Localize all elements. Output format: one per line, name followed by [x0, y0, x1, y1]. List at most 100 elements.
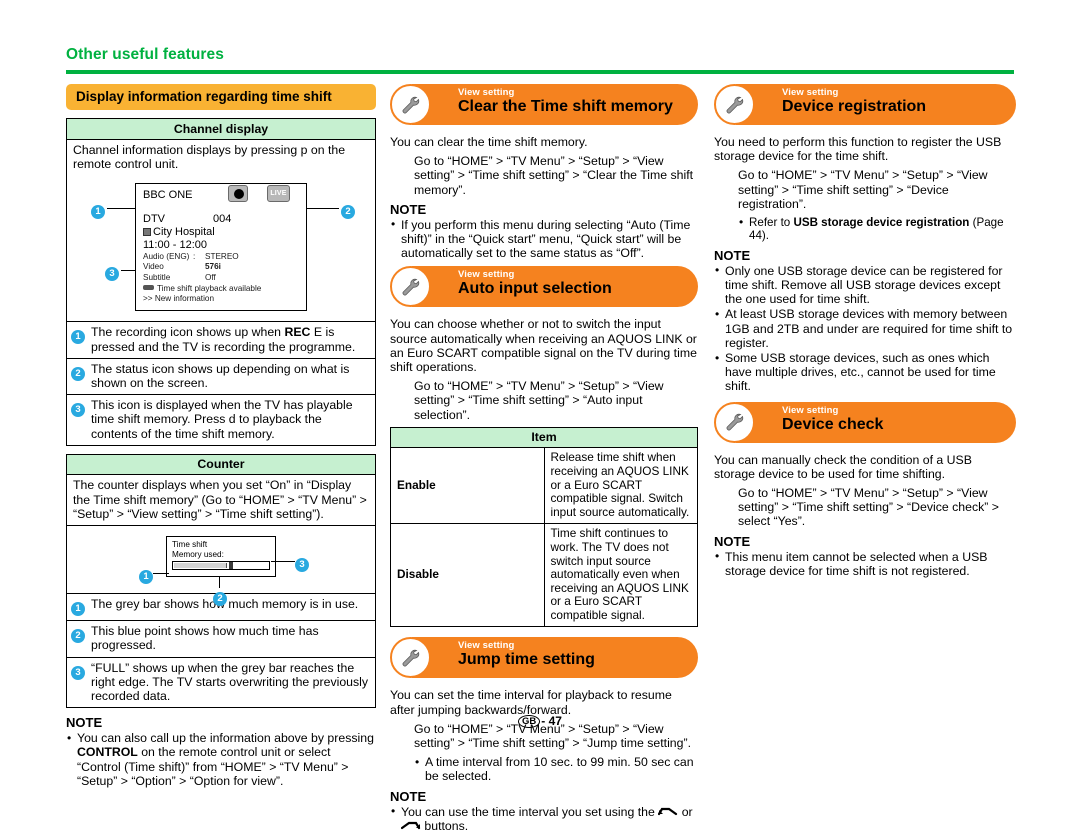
counter-callout-2-leader [219, 575, 220, 588]
page-title: Other useful features [66, 46, 225, 63]
tv-programme: City Hospital [153, 225, 215, 238]
counter-note-text-3: “FULL” shows up when the grey bar reache… [91, 660, 369, 703]
jump-time-note-prefix: You can use the time interval you set us… [401, 804, 655, 819]
jump-time-note-heading: NOTE [390, 788, 427, 804]
device-registration-note-item-1: Only one USB storage device can be regis… [714, 263, 1016, 307]
right-column: View setting Device registration You nee… [714, 84, 1016, 583]
callout-3: 3 [105, 263, 119, 281]
heading-title: Jump time setting [458, 651, 595, 669]
device-registration-note-list: Only one USB storage device can be regis… [714, 263, 1016, 394]
channel-note-num-3: 3 [71, 398, 91, 441]
tv-audio-key: Audio (ENG) [143, 251, 190, 261]
tv-audio-row: Audio (ENG): STEREO [143, 252, 299, 262]
counter-memory-bar [172, 561, 270, 571]
counter-note-num-2: 2 [71, 624, 91, 652]
device-registration-note-heading: NOTE [714, 247, 751, 263]
table-row: Enable Release time shift when receiving… [390, 447, 698, 524]
tv-audio-colon: : [193, 251, 196, 261]
tv-timeshift-row: Time shift playback available [143, 284, 299, 294]
tv-channel-number: 004 [213, 212, 232, 225]
channel-display-intro: Channel information displays by pressing… [73, 142, 346, 171]
device-check-note-item-1: This menu item cannot be selected when a… [714, 549, 1016, 578]
counter-callout-3-leader [271, 560, 295, 562]
page-footer: GB - 47 [0, 714, 1080, 728]
heading-eyebrow: View setting [782, 404, 839, 416]
tv-audio-value: STEREO [205, 251, 239, 261]
channel-note-text-2: The status icon shows up depending on wh… [91, 361, 350, 390]
callout-1: 1 [91, 201, 105, 219]
channel-note-num-1: 1 [71, 325, 91, 353]
jump-time-note-list: You can use the time interval you set us… [390, 804, 698, 833]
counter-osd-box: Time shift Memory used: [166, 535, 276, 578]
section-banner-display-info: Display information regarding time shift [66, 84, 376, 110]
counter-note-text-2: This blue point shows how much time has … [91, 624, 319, 653]
auto-input-table-header: Item [390, 427, 698, 449]
callout-3-leader [121, 269, 135, 271]
tv-subtitle-row: Subtitle Off [143, 273, 299, 283]
counter-callout-1-leader [153, 572, 169, 574]
counter-note-num-1: 1 [71, 597, 91, 617]
heading-eyebrow: View setting [458, 640, 515, 652]
record-dot-icon [228, 184, 248, 202]
header-rule [66, 70, 1014, 74]
clear-memory-path: Go to “HOME” > “TV Menu” > “Setup” > “Vi… [414, 154, 694, 197]
counter-blue-point [228, 562, 233, 570]
clear-memory-intro: You can clear the time shift memory. [390, 135, 588, 149]
auto-input-row-value-enable: Release time shift when receiving an AQU… [544, 447, 698, 524]
jump-time-note-suffix: buttons. [424, 818, 469, 833]
heading-title: Device check [782, 415, 884, 433]
heading-device-registration: View setting Device registration [714, 84, 1016, 125]
counter-table: Counter The counter displays when you se… [66, 453, 376, 709]
device-check-path: Go to “HOME” > “TV Menu” > “Setup” > “Vi… [738, 486, 999, 529]
tv-video-value: 576i [205, 262, 221, 272]
jump-time-note-item-1: You can use the time interval you set us… [390, 804, 698, 833]
manual-page: Other useful features Display informatio… [0, 0, 1080, 833]
auto-input-row-key-enable: Enable [390, 447, 545, 524]
device-check-intro: You can manually check the condition of … [714, 452, 972, 481]
counter-note-row-2: 2 This blue point shows how much time ha… [67, 621, 375, 658]
auto-input-path: Go to “HOME” > “TV Menu” > “Setup” > “Vi… [414, 379, 664, 422]
channel-note-row-1: 1 The recording icon shows up when REC E… [67, 322, 375, 359]
counter-mock: 1 2 3 Time shift Memory used: [67, 526, 375, 606]
tv-osd-box: BBC ONE LIVE DTV 004 City Hospital 11:00… [135, 182, 307, 312]
heading-title: Device registration [782, 98, 927, 115]
programme-info-icon [143, 227, 151, 236]
device-registration-note-item-2: At least USB storage devices with memory… [714, 307, 1016, 350]
channel-display-header: Channel display [67, 119, 375, 140]
tv-source-line: DTV 004 [143, 213, 299, 226]
device-registration-note-item-3: Some USB storage devices, such as ones w… [714, 351, 1016, 394]
heading-eyebrow: View setting [458, 87, 515, 98]
channel-note-row-2: 2 The status icon shows up depending on … [67, 359, 375, 396]
channel-note-text-1: The recording icon shows up when REC E i… [91, 325, 356, 354]
left-column: Display information regarding time shift… [66, 84, 376, 793]
auto-input-row-key-disable: Disable [390, 523, 545, 627]
tv-time: 11:00 - 12:00 [143, 238, 208, 251]
tv-programme-line: City Hospital [143, 226, 299, 239]
auto-input-intro: You can choose whether or not to switch … [390, 317, 697, 375]
device-registration-intro: You need to perform this function to reg… [714, 135, 1002, 164]
heading-title: Auto input selection [458, 280, 612, 298]
device-check-note-list: This menu item cannot be selected when a… [714, 549, 1016, 578]
counter-note-num-3: 3 [71, 661, 91, 704]
clear-memory-note-item-1: If you perform this menu during selectin… [390, 217, 698, 261]
channel-display-intro-row: Channel information displays by pressing… [67, 140, 375, 323]
timeshift-playback-icon [143, 284, 154, 290]
counter-note-row-3: 3 “FULL” shows up when the grey bar reac… [67, 658, 375, 708]
wrench-icon [390, 84, 431, 125]
left-note-item-1: You can also call up the information abo… [66, 731, 376, 788]
tv-subtitle-key: Subtitle [143, 272, 171, 282]
channel-display-table: Channel display Channel information disp… [66, 118, 376, 446]
tv-source: DTV [143, 212, 165, 225]
device-registration-path: Go to “HOME” > “TV Menu” > “Setup” > “Vi… [738, 168, 988, 211]
counter-callout-1: 1 [139, 566, 153, 584]
channel-note-num-2: 2 [71, 362, 91, 390]
footer-separator: - [541, 714, 546, 728]
tv-video-key: Video [143, 262, 164, 272]
heading-jump-time-setting: View setting Jump time setting [390, 637, 698, 679]
tv-channel-display-mock: 1 2 3 BBC ONE LIVE DTV 004 City Hospital… [67, 175, 375, 321]
device-registration-subbullets: Refer to USB storage device registration… [738, 216, 1016, 243]
tv-timeshift-text: Time shift playback available [157, 283, 262, 293]
callout-2: 2 [341, 201, 355, 219]
counter-intro: The counter displays when you set “On” i… [73, 478, 367, 521]
clear-memory-note-heading: NOTE [390, 201, 427, 217]
